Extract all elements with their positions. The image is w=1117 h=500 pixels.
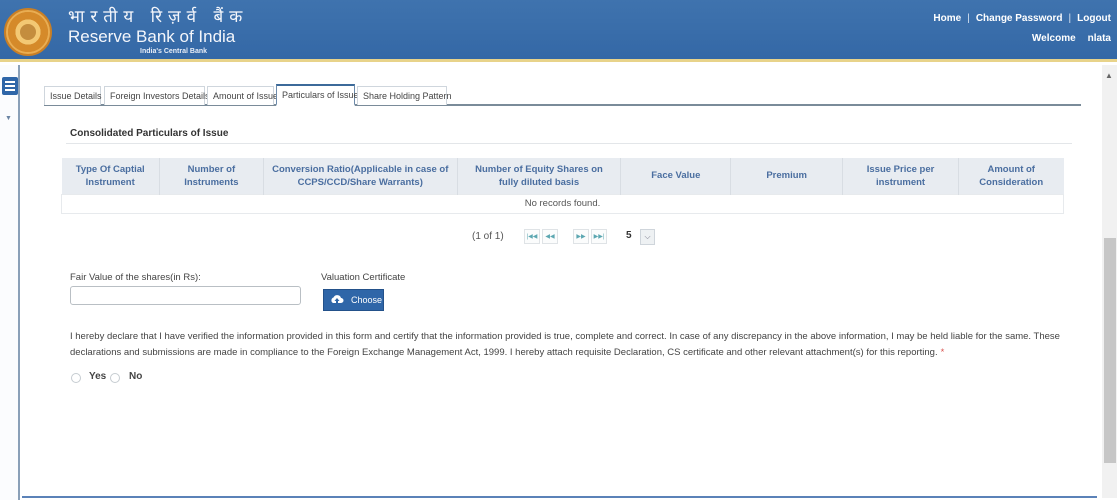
section-title: Consolidated Particulars of Issue bbox=[70, 128, 229, 139]
rows-per-page-select[interactable]: 5 ⌵ bbox=[624, 229, 658, 245]
no-label[interactable]: No bbox=[129, 371, 142, 382]
chevron-down-icon[interactable]: ▼ bbox=[5, 115, 12, 122]
valuation-certificate-label: Valuation Certificate bbox=[321, 272, 406, 283]
column-header[interactable]: Issue Price per instrument bbox=[842, 158, 959, 194]
section-divider bbox=[66, 143, 1072, 144]
yes-label[interactable]: Yes bbox=[89, 371, 106, 382]
tab-foreign-investors-details[interactable]: Foreign Investors Details bbox=[104, 86, 210, 105]
column-header[interactable]: Premium bbox=[730, 158, 843, 194]
fair-value-input[interactable] bbox=[70, 286, 301, 305]
vertical-scrollbar[interactable]: ▲ bbox=[1102, 65, 1117, 498]
change-password-link[interactable]: Change Password bbox=[976, 13, 1063, 24]
link-separator: | bbox=[1068, 13, 1072, 24]
page-indicator: (1 of 1) bbox=[472, 231, 504, 242]
tab-share-holding-pattern[interactable]: Share Holding Pattern bbox=[357, 86, 452, 105]
previous-page-icon[interactable]: ◀◀ bbox=[542, 229, 558, 244]
tab-issue-details[interactable]: Issue Details bbox=[44, 86, 102, 105]
logout-link[interactable]: Logout bbox=[1077, 13, 1111, 24]
choose-file-button[interactable]: Choose bbox=[323, 289, 384, 311]
required-marker: * bbox=[940, 347, 945, 358]
brand-tagline: India's Central Bank bbox=[140, 48, 208, 55]
column-header[interactable]: Face Value bbox=[620, 158, 731, 194]
fair-value-label: Fair Value of the shares(in Rs): bbox=[70, 272, 201, 283]
first-page-icon[interactable]: |◀◀ bbox=[524, 229, 540, 244]
declaration-body: I hereby declare that I have verified th… bbox=[70, 331, 1060, 358]
welcome-label: Welcome bbox=[1031, 33, 1076, 44]
cloud-upload-icon bbox=[331, 295, 344, 305]
table-row: No records found. bbox=[61, 193, 1064, 214]
brand-hindi: भारतीय रिज़र्व बैंक bbox=[68, 7, 249, 27]
tab-amount-of-issue[interactable]: Amount of Issue bbox=[207, 86, 278, 105]
rbi-logo bbox=[4, 8, 52, 56]
welcome-text: Welcome nlata bbox=[1032, 33, 1111, 44]
column-header[interactable]: Number of Equity Shares on fully diluted… bbox=[456, 158, 621, 194]
home-link[interactable]: Home bbox=[933, 13, 961, 24]
scroll-thumb[interactable] bbox=[1104, 238, 1116, 463]
top-links: Home | Change Password | Logout bbox=[933, 13, 1111, 24]
column-header[interactable]: Type Of Captial Instrument bbox=[61, 158, 160, 194]
empty-message: No records found. bbox=[61, 193, 1064, 214]
choose-label: Choose bbox=[351, 295, 383, 305]
rows-per-page-value: 5 bbox=[626, 230, 632, 241]
column-header[interactable]: Amount of Consideration bbox=[957, 158, 1064, 194]
column-header[interactable]: Conversion Ratio(Applicable in case of C… bbox=[262, 158, 458, 194]
scroll-up-icon[interactable]: ▲ bbox=[1105, 71, 1113, 80]
no-radio[interactable] bbox=[110, 373, 120, 383]
table-header-row: Type Of Captial Instrument Number of Ins… bbox=[61, 158, 1064, 194]
last-page-icon[interactable]: ▶▶| bbox=[591, 229, 607, 244]
tab-particulars-of-issue[interactable]: Particulars of Issue bbox=[276, 84, 359, 106]
tab-bar: Issue Details Foreign Investors Details … bbox=[44, 84, 1081, 106]
username: nlata bbox=[1087, 33, 1111, 44]
declaration-text: I hereby declare that I have verified th… bbox=[70, 329, 1060, 361]
app-header: भारतीय रिज़र्व बैंक Reserve Bank of Indi… bbox=[0, 0, 1117, 62]
column-header[interactable]: Number of Instruments bbox=[158, 158, 264, 194]
chevron-down-icon[interactable]: ⌵ bbox=[640, 229, 655, 245]
yes-radio[interactable] bbox=[71, 373, 81, 383]
hamburger-menu-icon[interactable] bbox=[2, 77, 18, 95]
next-page-icon[interactable]: ▶▶ bbox=[573, 229, 589, 244]
sidebar: ▼ bbox=[0, 65, 20, 500]
brand-english: Reserve Bank of India bbox=[68, 27, 236, 46]
link-separator: | bbox=[967, 13, 970, 24]
particulars-table: Type Of Captial Instrument Number of Ins… bbox=[61, 158, 1064, 214]
